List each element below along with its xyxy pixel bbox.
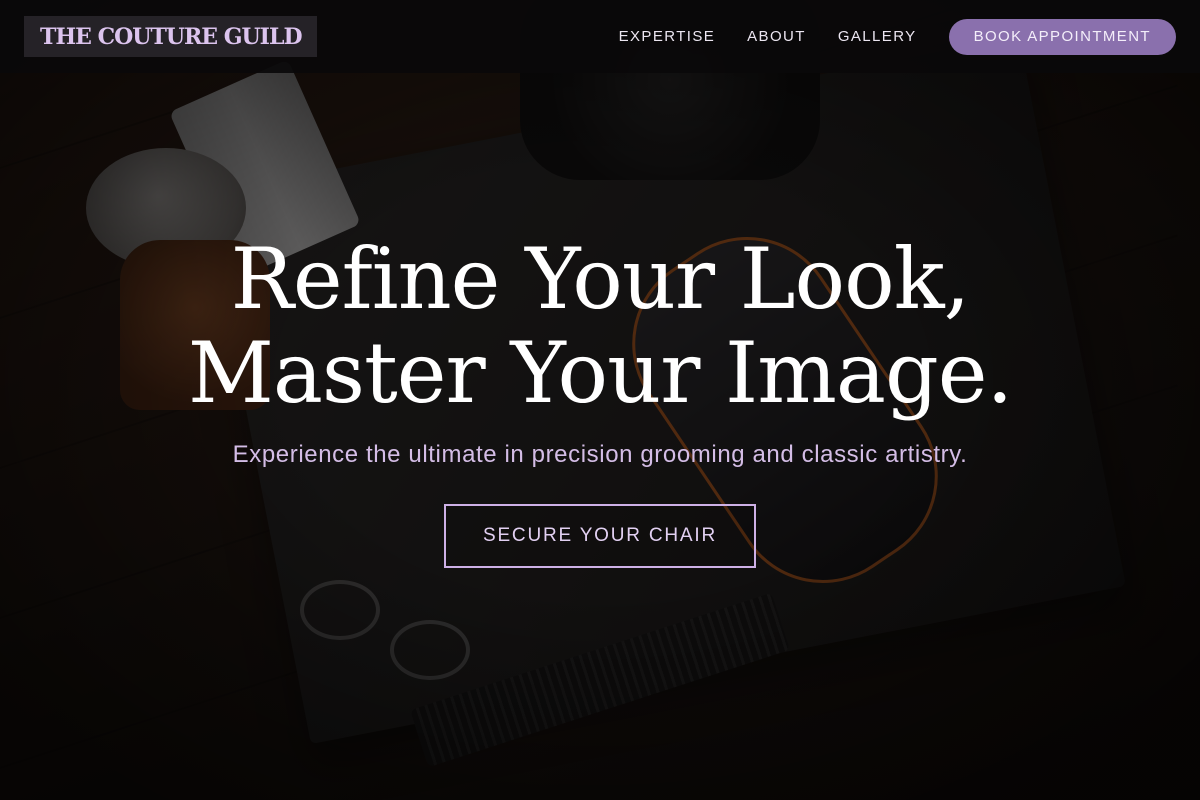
hero-subtext: Experience the ultimate in precision gro… — [232, 441, 968, 468]
secure-chair-button[interactable]: SECURE YOUR CHAIR — [444, 504, 756, 568]
hero-section: Refine Your Look, Master Your Image. Exp… — [0, 0, 1200, 800]
hero-headline-line-2: Master Your Image. — [187, 324, 1013, 422]
hero-headline-line-1: Refine Your Look, — [230, 230, 971, 328]
hero-headline: Refine Your Look, Master Your Image. — [0, 232, 1200, 420]
